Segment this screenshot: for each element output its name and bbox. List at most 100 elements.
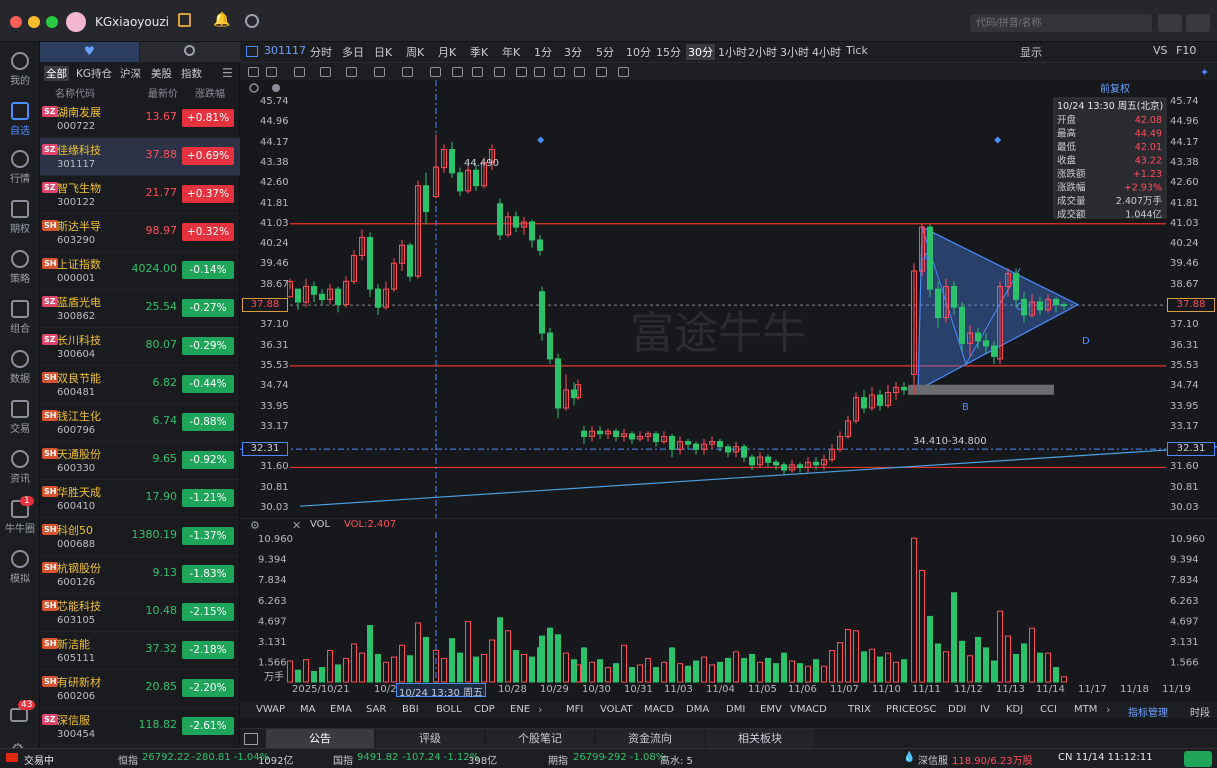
period-2[interactable]: 日K (374, 44, 392, 60)
indicator-15[interactable]: TRIX (848, 704, 871, 715)
period-14[interactable]: 2小时 (748, 44, 777, 60)
close-icon[interactable]: ✕ (292, 519, 301, 532)
headset-icon[interactable] (245, 14, 259, 28)
watchlist-row[interactable]: SZ 深信服 300454 118.82 -2.61% (40, 708, 240, 746)
period-9[interactable]: 5分 (596, 44, 614, 60)
trend-icon[interactable] (294, 67, 305, 77)
chevron-right-icon[interactable]: › (1106, 703, 1110, 716)
nav-item-1[interactable]: 自选 (0, 102, 40, 137)
search-input[interactable] (970, 14, 1152, 32)
chat-icon[interactable] (1184, 751, 1212, 767)
period-0[interactable]: 分时 (310, 44, 332, 60)
bottom-tab-0[interactable]: 公告 (266, 729, 374, 749)
indicator-0[interactable]: VWAP (256, 704, 285, 715)
message-icon[interactable] (10, 708, 28, 722)
watchlist-row[interactable]: SH 杭钢股份 600126 9.13 -1.83% (40, 556, 240, 594)
eye-icon[interactable] (534, 67, 545, 77)
pattern-icon[interactable] (346, 67, 357, 77)
screenshot-icon[interactable] (494, 67, 505, 77)
watchlist-row[interactable]: SH 钱江生化 600796 6.74 -0.88% (40, 404, 240, 442)
nav-item-5[interactable]: 组合 (0, 300, 40, 335)
watch-tab-3[interactable]: 美股 (151, 66, 172, 81)
period-11[interactable]: 15分 (656, 44, 681, 60)
indicator-9[interactable]: VOLAT (600, 704, 633, 715)
period-13[interactable]: 1小时 (718, 44, 747, 60)
indicator-17[interactable]: DDI (948, 704, 966, 715)
magnet-icon[interactable] (554, 67, 565, 77)
nav-item-9[interactable]: 牛牛圈 (0, 500, 40, 535)
period-12[interactable]: 30分 (686, 44, 715, 60)
arrow-icon[interactable] (402, 67, 413, 77)
panel-toggle-icon[interactable] (244, 733, 258, 745)
header-change[interactable]: 涨跌幅 (195, 85, 225, 100)
chart-settings-icon[interactable] (249, 83, 259, 93)
watchlist-row[interactable]: SZ 智飞生物 300122 21.77 +0.37% (40, 176, 240, 214)
vs-button[interactable]: VS (1153, 44, 1168, 57)
indicator-5[interactable]: BOLL (436, 704, 462, 715)
bottom-tab-1[interactable]: 评级 (376, 729, 484, 749)
indicator-3[interactable]: SAR (366, 704, 386, 715)
nav-item-2[interactable]: 行情 (0, 150, 40, 185)
watchlist-row[interactable]: SH 芯能科技 603105 10.48 -2.15% (40, 594, 240, 632)
period-3[interactable]: 周K (406, 44, 424, 60)
watch-tab-4[interactable]: 指数 (181, 66, 202, 81)
time-share[interactable]: 时段 (1190, 704, 1210, 719)
indicator-13[interactable]: EMV (760, 704, 782, 715)
vol-label[interactable]: VOL (310, 519, 330, 530)
indicator-11[interactable]: DMA (686, 704, 709, 715)
layout-menu-icon[interactable] (1186, 14, 1210, 32)
watchlist-row[interactable]: SH 科创50 000688 1380.19 -1.37% (40, 518, 240, 556)
period-4[interactable]: 月K (438, 44, 456, 60)
watchlist-row[interactable]: SZ 蓝盾光电 300862 25.54 -0.27% (40, 290, 240, 328)
period-6[interactable]: 年K (502, 44, 520, 60)
indicator-4[interactable]: BBI (402, 704, 419, 715)
sidebar-toggle-icon[interactable] (246, 46, 258, 57)
avatar[interactable] (66, 12, 86, 32)
indicator-8[interactable]: MFI (566, 704, 583, 715)
fib-icon[interactable] (320, 67, 331, 77)
note-icon[interactable] (452, 67, 463, 77)
indicator-14[interactable]: VMACD (790, 704, 827, 715)
tab-favorites[interactable]: ♥ (40, 42, 139, 62)
indicator-19[interactable]: KDJ (1006, 704, 1023, 715)
indicator-18[interactable]: IV (980, 704, 990, 715)
chart-record-icon[interactable] (272, 84, 280, 92)
period-1[interactable]: 多日 (342, 44, 364, 60)
measure-icon[interactable] (374, 67, 385, 77)
period-5[interactable]: 季K (470, 44, 488, 60)
indicator-6[interactable]: CDP (474, 704, 495, 715)
trend-line[interactable] (299, 446, 1217, 507)
watchlist-row[interactable]: SZ 湖南发展 000722 13.67 +0.81% (40, 100, 240, 138)
watchlist-row[interactable]: SH 上证指数 000001 4024.00 -0.14% (40, 252, 240, 290)
settings-icon[interactable]: ⚙ (250, 519, 260, 532)
menu-icon[interactable]: ☰ (222, 66, 233, 80)
indicator-2[interactable]: EMA (330, 704, 352, 715)
shirt-menu-icon[interactable] (1158, 14, 1182, 32)
bottom-tab-4[interactable]: 相关板块 (706, 729, 814, 749)
text-icon[interactable] (430, 67, 441, 77)
lock-icon[interactable] (178, 13, 191, 27)
adjust-mode[interactable]: 前复权 (1100, 82, 1130, 95)
close-window-button[interactable] (10, 16, 22, 28)
bottom-tab-2[interactable]: 个股笔记 (486, 729, 594, 749)
chevron-right-icon[interactable]: › (538, 703, 542, 716)
display-menu[interactable]: 显示 (1020, 44, 1042, 60)
cursor-icon[interactable] (248, 67, 259, 77)
watch-tab-1[interactable]: KG持仓 (76, 66, 112, 81)
watchlist-row[interactable]: SH 斯达半导 603290 98.97 +0.32% (40, 214, 240, 252)
watchlist-row[interactable]: SZ 长川科技 300604 80.07 -0.29% (40, 328, 240, 366)
nav-item-7[interactable]: 交易 (0, 400, 40, 435)
indicator-20[interactable]: CCI (1040, 704, 1057, 715)
nav-item-0[interactable]: 我的 (0, 52, 40, 87)
settings-icon[interactable] (618, 67, 629, 77)
period-17[interactable]: Tick (846, 44, 868, 57)
watch-tab-0[interactable]: 全部 (44, 66, 69, 81)
watch-tab-2[interactable]: 沪深 (120, 66, 141, 81)
sync-icon[interactable] (596, 67, 607, 77)
pen-icon[interactable] (516, 67, 527, 77)
nav-item-8[interactable]: 资讯 (0, 450, 40, 485)
period-7[interactable]: 1分 (534, 44, 552, 60)
watchlist-row[interactable]: SH 双良节能 600481 6.82 -0.44% (40, 366, 240, 404)
minimize-window-button[interactable] (28, 16, 40, 28)
indicator-21[interactable]: MTM (1074, 704, 1097, 715)
